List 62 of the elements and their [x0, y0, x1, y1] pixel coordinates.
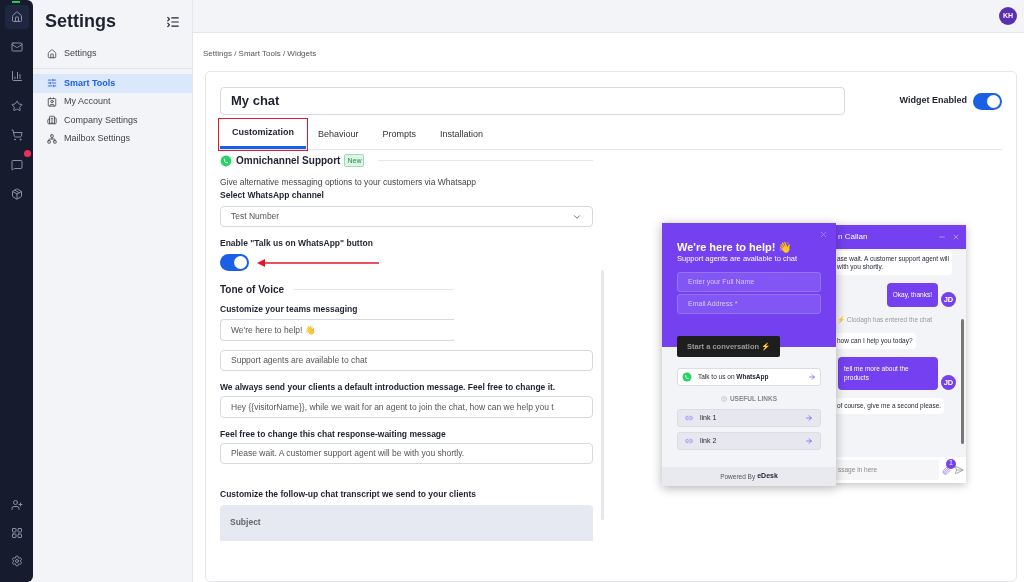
link-icon [685, 436, 693, 445]
tab[interactable]: Installation [428, 120, 496, 149]
section-title: Omnichannel Support [236, 155, 341, 166]
sliders-icon [47, 78, 57, 89]
section-description: Give alternative messaging options to your customers via Whatsapp [220, 177, 477, 188]
sidebar-item[interactable]: Mailbox Settings [33, 129, 192, 148]
sidebar-item[interactable]: Company Settings [33, 111, 192, 130]
toggle-label: Widget Enabled [899, 94, 967, 108]
field-label: Feel free to change this chat response-waiting message [220, 428, 446, 440]
building-icon [47, 115, 57, 126]
sidebar-item[interactable]: Settings [33, 45, 192, 63]
package-icon [10, 188, 23, 200]
minimize-icon [938, 233, 946, 241]
field-label: Customize the follow-up chat transcript we send to your clients [220, 489, 476, 501]
link-icon [685, 413, 693, 422]
arrow-right-icon [805, 436, 813, 445]
home-icon [47, 49, 57, 59]
network-icon [47, 133, 57, 144]
field-label: We always send your clients a default introduction message. Feel free to change it. [220, 382, 556, 394]
paperclip-icon [942, 465, 951, 475]
field-label: Enable "Talk us on WhatsApp" button [220, 238, 373, 250]
collapse-icon[interactable] [166, 14, 180, 29]
chat-window-title: n Callan [838, 231, 869, 243]
greeting-field[interactable]: We're here to help! 👋 [220, 319, 454, 341]
waiting-message-field[interactable]: Please wait. A customer support agent will be with you shortly. [220, 442, 593, 465]
subtitle-field[interactable]: Support agents are available to chat [220, 349, 593, 372]
mail-icon [10, 40, 23, 53]
arrow-right-icon [808, 373, 816, 381]
widget-toggle[interactable] [973, 92, 1002, 110]
sidebar-item[interactable]: Smart Tools [33, 74, 192, 93]
channel-select[interactable]: Test Number [220, 206, 593, 228]
field-label: Select WhatsApp channel [220, 190, 324, 201]
intro-message-field[interactable]: Hey {{visitorName}}, while we wait for an agent to join the chat, how can we help you t [220, 396, 593, 418]
help-icon [720, 395, 727, 402]
send-icon [954, 465, 964, 475]
bar-chart-icon [10, 70, 23, 82]
chat-icon [10, 158, 23, 171]
sidebar-title: Settings [45, 10, 116, 33]
tab[interactable]: Prompts [370, 120, 429, 149]
active-indicator [11, 1, 20, 3]
close-icon [819, 230, 828, 239]
apps-icon [10, 527, 23, 539]
arrow-right-icon [805, 413, 813, 422]
tab[interactable]: Customization [220, 120, 306, 149]
whatsapp-icon [682, 372, 692, 382]
whatsapp-icon [220, 154, 232, 167]
close-icon [952, 233, 960, 241]
sidebar-item[interactable]: My Account [33, 92, 192, 111]
breadcrumb: Settings / Smart Tools / Widgets [203, 49, 317, 58]
star-icon [10, 99, 23, 112]
subject-field[interactable]: Subject [220, 505, 593, 541]
section-title: Tone of Voice [220, 284, 285, 296]
contact-icon [47, 96, 57, 107]
whatsapp-toggle[interactable] [220, 254, 249, 272]
tab[interactable]: Behaviour [306, 120, 371, 149]
widget-heading: We're here to help! 👋 [677, 241, 793, 254]
field-label: Customize your teams messaging [220, 304, 358, 316]
home-icon [10, 11, 23, 23]
cart-icon [10, 129, 23, 141]
settings-icon [10, 555, 23, 567]
add-user-icon [10, 499, 23, 511]
widget-name-field[interactable]: My chat [220, 87, 845, 115]
